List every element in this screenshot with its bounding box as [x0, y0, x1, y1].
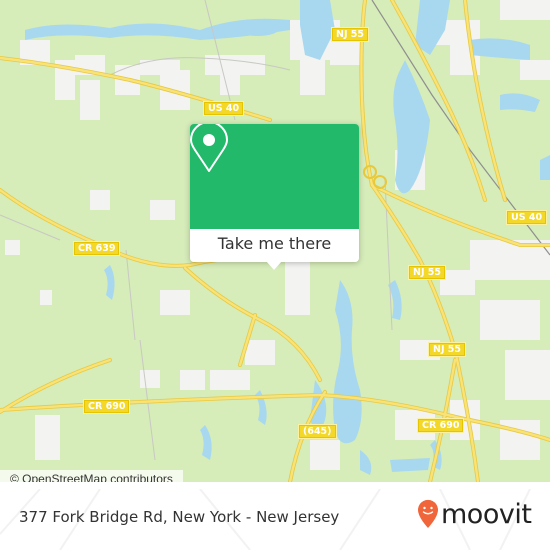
road-shield-nj55: NJ 55 — [428, 342, 467, 357]
moovit-pin-icon — [418, 499, 438, 528]
map-attribution[interactable]: © OpenStreetMap contributors — [0, 470, 183, 482]
location-pin-icon — [190, 124, 228, 172]
road-shield-us40: US 40 — [506, 210, 548, 225]
take-me-there-button[interactable]: Take me there — [190, 229, 359, 262]
location-popup: Take me there — [190, 124, 359, 270]
moovit-logo[interactable]: moovit — [417, 498, 532, 530]
footer: 377 Fork Bridge Rd, New York - New Jerse… — [0, 489, 550, 550]
road-shield-cr690: CR 690 — [417, 418, 465, 433]
popup-pointer — [266, 261, 282, 270]
popup-header[interactable] — [190, 124, 359, 229]
address-text: 377 Fork Bridge Rd, New York - New Jerse… — [19, 508, 340, 526]
road-shield-cr639: CR 639 — [73, 241, 121, 256]
road-shield-us40: US 40 — [203, 101, 245, 116]
road-shield-nj55: NJ 55 — [331, 27, 370, 42]
road-shield-645: (645) — [298, 424, 337, 439]
road-shield-nj55: NJ 55 — [408, 265, 447, 280]
road-shield-cr690: CR 690 — [83, 399, 131, 414]
map[interactable]: NJ 55 US 40 US 40 CR 639 NJ 55 NJ 55 CR … — [0, 0, 550, 482]
brand-name: moovit — [441, 498, 532, 530]
